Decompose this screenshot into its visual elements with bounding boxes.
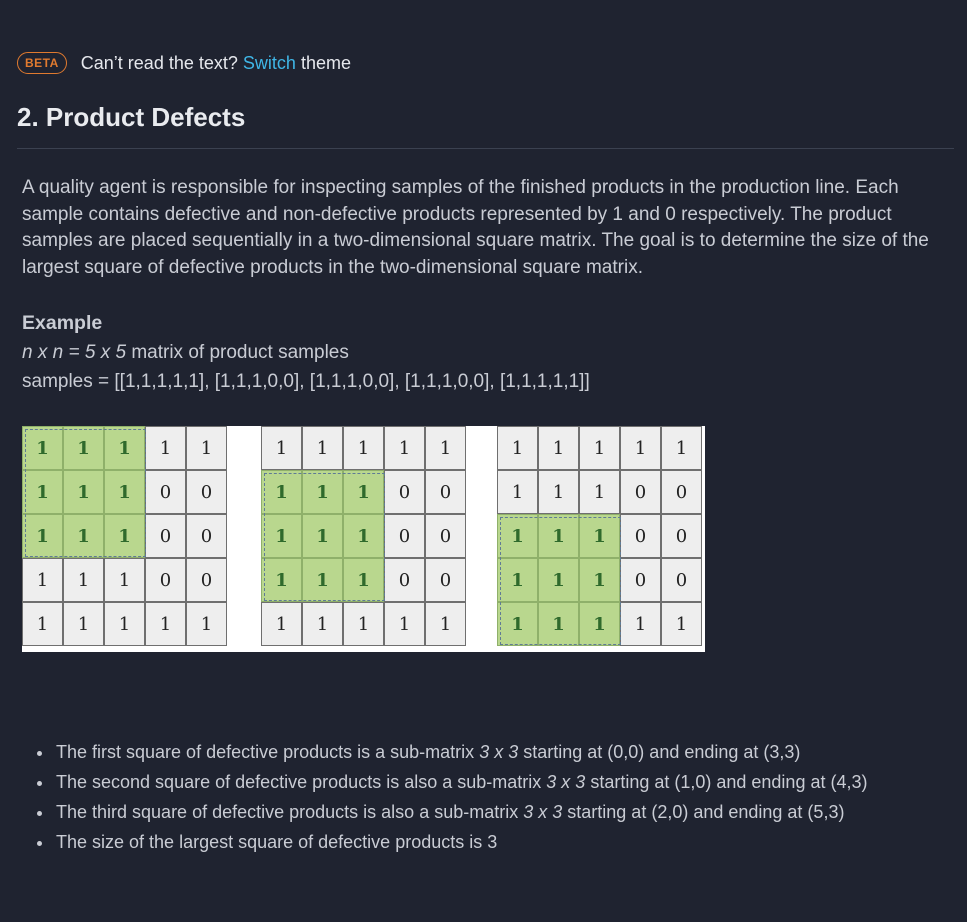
matrix-cell: 1 [497, 470, 538, 514]
problem-description: A quality agent is responsible for inspe… [22, 177, 929, 278]
matrix-cell: 0 [384, 514, 425, 558]
matrix-cell: 0 [661, 558, 702, 602]
explanation-item-1: The first square of defective products i… [54, 737, 867, 767]
defect-square-cell: 1 [579, 558, 620, 602]
matrix-cell: 0 [145, 558, 186, 602]
matrix-cell: 0 [620, 558, 661, 602]
matrix-cell: 1 [104, 558, 145, 602]
matrix-cell: 1 [104, 602, 145, 646]
defect-square-cell: 1 [579, 602, 620, 646]
theme-prompt: Can’t read the text? [80, 52, 238, 73]
matrix-cell: 1 [579, 470, 620, 514]
example-matrices-figure: 1111111100111001110011111111111110011100… [22, 426, 705, 652]
defect-square-cell: 1 [579, 514, 620, 558]
matrix-cell: 0 [620, 514, 661, 558]
matrix-cell: 1 [538, 426, 579, 470]
defect-square-cell: 1 [22, 426, 63, 470]
matrix-cell: 0 [186, 558, 227, 602]
matrix-cell: 1 [63, 602, 104, 646]
defect-square-cell: 1 [497, 602, 538, 646]
example-heading: Example [22, 312, 103, 334]
defect-square-cell: 1 [343, 514, 384, 558]
defect-square-cell: 1 [343, 470, 384, 514]
defect-square-cell: 1 [302, 558, 343, 602]
defect-square-cell: 1 [104, 470, 145, 514]
example-samples: samples = [[1,1,1,1,1], [1,1,1,0,0], [1,… [22, 371, 590, 392]
defect-square-cell: 1 [302, 514, 343, 558]
matrix-cell: 1 [343, 426, 384, 470]
switch-theme-link[interactable]: Switch [243, 53, 296, 74]
defect-square-cell: 1 [343, 558, 384, 602]
matrix-cell: 0 [661, 514, 702, 558]
matrix-cell: 1 [538, 470, 579, 514]
matrix-cell: 0 [145, 514, 186, 558]
defect-square-cell: 1 [63, 470, 104, 514]
matrix-cell: 1 [63, 558, 104, 602]
matrix-cell: 1 [22, 558, 63, 602]
matrix-cell: 1 [661, 602, 702, 646]
matrix-cell: 1 [343, 602, 384, 646]
matrix-cell: 1 [22, 602, 63, 646]
example-dimensions: n x n = 5 x 5 matrix of product samples [22, 342, 349, 364]
matrix-cell: 1 [261, 426, 302, 470]
explanation-list: The first square of defective products i… [40, 737, 867, 857]
theme-banner: BETA Can’t read the text? Switch theme [17, 51, 351, 75]
matrix-cell: 0 [186, 470, 227, 514]
matrix-cell: 0 [384, 558, 425, 602]
matrix-cell: 1 [186, 426, 227, 470]
matrix-cell: 0 [425, 514, 466, 558]
defect-square-cell: 1 [538, 602, 579, 646]
defect-square-cell: 1 [63, 514, 104, 558]
defect-square-cell: 1 [261, 558, 302, 602]
matrix-cell: 1 [579, 426, 620, 470]
defect-square-cell: 1 [104, 426, 145, 470]
defect-square-cell: 1 [497, 558, 538, 602]
dimensions-math: n x n = 5 x 5 [22, 342, 127, 363]
matrix-cell: 1 [425, 602, 466, 646]
defect-square-cell: 1 [538, 514, 579, 558]
beta-badge: BETA [17, 52, 67, 74]
matrix-cell: 0 [145, 470, 186, 514]
matrix-cell: 1 [145, 426, 186, 470]
defect-square-cell: 1 [22, 470, 63, 514]
matrix-cell: 0 [425, 470, 466, 514]
matrix-cell: 1 [425, 426, 466, 470]
problem-title: 2. Product Defects [17, 102, 246, 132]
defect-square-cell: 1 [302, 470, 343, 514]
explanation-item-3: The third square of defective products i… [54, 797, 867, 827]
explanation-item-2: The second square of defective products … [54, 767, 867, 797]
explanation-item-4: The size of the largest square of defect… [54, 827, 867, 857]
matrix-cell: 1 [186, 602, 227, 646]
matrix-cell: 0 [384, 470, 425, 514]
matrix-cell: 0 [620, 470, 661, 514]
matrix-cell: 1 [384, 426, 425, 470]
matrix-cell: 1 [661, 426, 702, 470]
matrix-cell: 0 [661, 470, 702, 514]
matrix-cell: 0 [425, 558, 466, 602]
defect-square-cell: 1 [22, 514, 63, 558]
defect-square-cell: 1 [261, 514, 302, 558]
theme-suffix: theme [300, 52, 351, 73]
defect-square-cell: 1 [63, 426, 104, 470]
matrix-cell: 1 [620, 602, 661, 646]
matrix-cell: 1 [302, 602, 343, 646]
matrix-cell: 1 [497, 426, 538, 470]
matrix-cell: 1 [261, 602, 302, 646]
title-divider [17, 148, 954, 149]
matrix-cell: 1 [384, 602, 425, 646]
matrix-cell: 1 [620, 426, 661, 470]
matrix-cell: 1 [145, 602, 186, 646]
defect-square-cell: 1 [261, 470, 302, 514]
matrix-cell: 1 [302, 426, 343, 470]
matrix-cell: 0 [186, 514, 227, 558]
defect-square-cell: 1 [104, 514, 145, 558]
defect-square-cell: 1 [497, 514, 538, 558]
defect-square-cell: 1 [538, 558, 579, 602]
dimensions-text: matrix of product samples [131, 342, 349, 363]
